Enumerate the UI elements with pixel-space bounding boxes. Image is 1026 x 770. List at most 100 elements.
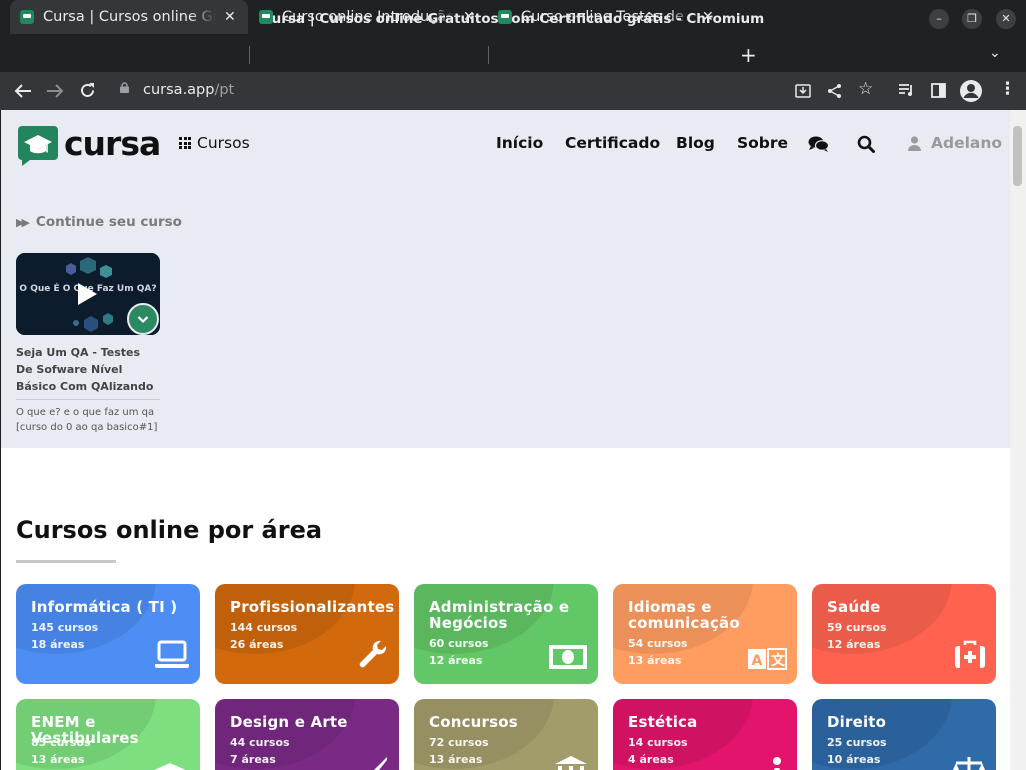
section-underline <box>16 560 116 563</box>
chat-icon[interactable] <box>808 136 829 152</box>
media-queue-icon[interactable] <box>898 83 915 97</box>
tab-label: Cursa | Cursos online Gratuitos com Cert… <box>43 9 216 25</box>
area-course-count: 145 cursos <box>31 621 99 634</box>
url-text[interactable]: cursa.app/pt <box>143 82 234 98</box>
cursa-favicon-icon <box>498 10 512 24</box>
area-subarea-count: 12 áreas <box>827 638 881 651</box>
close-window-button[interactable]: ✕ <box>996 9 1016 29</box>
area-card[interactable]: Idiomas e comunicação 54 cursos 13 áreas A 文 <box>613 584 797 684</box>
spa-icon <box>767 755 787 770</box>
cursa-logo[interactable]: cursa <box>16 124 161 166</box>
tab-introducao-testes[interactable]: Curso online Introdução a Testes ✕ <box>249 0 487 34</box>
area-name: Estética <box>628 713 698 731</box>
scale-icon <box>952 755 986 770</box>
area-name: Direito <box>827 713 887 731</box>
forward-arrow-icon[interactable] <box>46 83 64 99</box>
cursa-logo-icon <box>18 126 58 166</box>
area-subarea-count: 13 áreas <box>31 753 85 766</box>
maximize-button[interactable]: ❐ <box>962 9 982 29</box>
area-course-count: 85 cursos <box>31 736 91 749</box>
nav-certificado[interactable]: Certificado <box>565 134 660 152</box>
area-course-count: 54 cursos <box>628 637 688 650</box>
tab-close-icon[interactable]: ✕ <box>463 9 475 25</box>
landmark-icon <box>554 755 588 770</box>
area-card[interactable]: Estética 14 cursos 4 áreas <box>613 699 797 770</box>
area-course-count: 60 cursos <box>429 637 489 650</box>
scrollbar-thumb[interactable] <box>1013 126 1022 186</box>
card-divider <box>16 399 160 400</box>
search-icon[interactable] <box>857 135 875 153</box>
tab-close-icon[interactable]: ✕ <box>224 9 236 25</box>
graduation-cap-icon <box>150 761 190 770</box>
browser-menu-icon[interactable]: ⋮ <box>999 79 1016 99</box>
reload-icon[interactable] <box>79 82 96 99</box>
area-card[interactable]: Concursos 72 cursos 13 áreas <box>414 699 598 770</box>
area-course-count: 44 cursos <box>230 736 290 749</box>
fast-forward-icon: ▶▶ <box>16 215 30 229</box>
area-card[interactable]: Design e Arte 44 cursos 7 áreas <box>215 699 399 770</box>
site-header: cursa Cursos Início Certificado Blog Sob… <box>1 110 1010 178</box>
area-subarea-count: 13 áreas <box>429 753 483 766</box>
profile-avatar-icon[interactable] <box>960 80 982 102</box>
install-app-icon[interactable] <box>795 83 811 99</box>
tab-testes-software[interactable]: Curso online Testes de software ✕ <box>488 0 726 34</box>
area-card[interactable]: Informática ( TI ) 145 cursos 18 áreas <box>16 584 200 684</box>
tab-search-chevron-icon[interactable]: ⌄ <box>989 45 1001 61</box>
back-arrow-icon[interactable] <box>14 83 32 99</box>
course-title[interactable]: Seja Um QA - Testes De Sofware Nível Bás… <box>16 344 160 395</box>
area-card[interactable]: Saúde 59 cursos 12 áreas <box>812 584 996 684</box>
area-name: Informática ( TI ) <box>31 598 178 616</box>
tab-divider <box>249 46 250 64</box>
area-subarea-count: 12 áreas <box>429 654 483 667</box>
cursos-menu-button[interactable]: Cursos <box>179 134 250 152</box>
address-bar[interactable]: cursa.app/pt <box>108 76 888 105</box>
nav-inicio[interactable]: Início <box>496 134 543 152</box>
browser-toolbar: cursa.app/pt ☆ ⋮ <box>0 72 1026 110</box>
language-icon: A文 <box>747 648 787 674</box>
area-card[interactable]: Profissionalizantes 144 cursos 26 áreas <box>215 584 399 684</box>
expand-course-button[interactable] <box>127 303 159 335</box>
tab-strip <box>0 38 1026 72</box>
play-icon[interactable] <box>78 283 97 305</box>
area-name: Saúde <box>827 598 881 616</box>
area-card[interactable]: Administração e Negócios 60 cursos 12 área… <box>414 584 598 684</box>
area-card[interactable]: ENEM e Vestibulares 85 cursos 13 áreas <box>16 699 200 770</box>
lock-icon[interactable] <box>120 82 129 93</box>
brush-icon <box>359 755 389 770</box>
share-icon[interactable] <box>827 83 842 99</box>
minimize-button[interactable]: – <box>929 9 949 29</box>
logo-wordmark: cursa <box>64 124 161 163</box>
cursos-label: Cursos <box>197 134 250 152</box>
area-course-count: 14 cursos <box>628 736 688 749</box>
area-subarea-count: 4 áreas <box>628 753 674 766</box>
tab-cursa-home[interactable]: Cursa | Cursos online Gratuitos com Cert… <box>10 0 248 34</box>
lesson-title[interactable]: O que e? e o que faz um qa [curso do 0 a… <box>16 405 160 435</box>
areas-section-title: Cursos online por área <box>16 516 323 544</box>
area-subarea-count: 13 áreas <box>628 654 682 667</box>
area-name: Design e Arte <box>230 713 348 731</box>
page-scrollbar[interactable] <box>1010 110 1026 770</box>
nav-blog[interactable]: Blog <box>676 134 715 152</box>
cursa-favicon-icon <box>259 10 273 24</box>
continue-course-heading: ▶▶ Continue seu curso <box>16 214 182 230</box>
area-name: Administração e Negócios <box>429 598 570 632</box>
svg-text:文: 文 <box>771 652 786 669</box>
laptop-icon <box>154 640 190 674</box>
chevron-down-icon <box>137 316 149 324</box>
area-subarea-count: 7 áreas <box>230 753 276 766</box>
area-subarea-count: 18 áreas <box>31 638 85 651</box>
wrench-icon <box>357 638 389 674</box>
side-panel-icon[interactable] <box>931 83 946 98</box>
new-tab-button[interactable]: + <box>740 43 757 67</box>
bookmark-star-icon[interactable]: ☆ <box>858 79 873 99</box>
money-icon <box>548 644 588 674</box>
area-course-count: 59 cursos <box>827 621 887 634</box>
continue-label: Continue seu curso <box>35 214 182 230</box>
tab-divider <box>488 46 489 64</box>
area-card[interactable]: Direito 25 cursos 10 áreas <box>812 699 996 770</box>
medkit-icon <box>954 640 986 674</box>
tab-label: Curso online Testes de software <box>521 9 694 25</box>
user-menu[interactable]: Adelano <box>908 134 1002 152</box>
nav-sobre[interactable]: Sobre <box>737 134 788 152</box>
tab-close-icon[interactable]: ✕ <box>702 9 714 25</box>
